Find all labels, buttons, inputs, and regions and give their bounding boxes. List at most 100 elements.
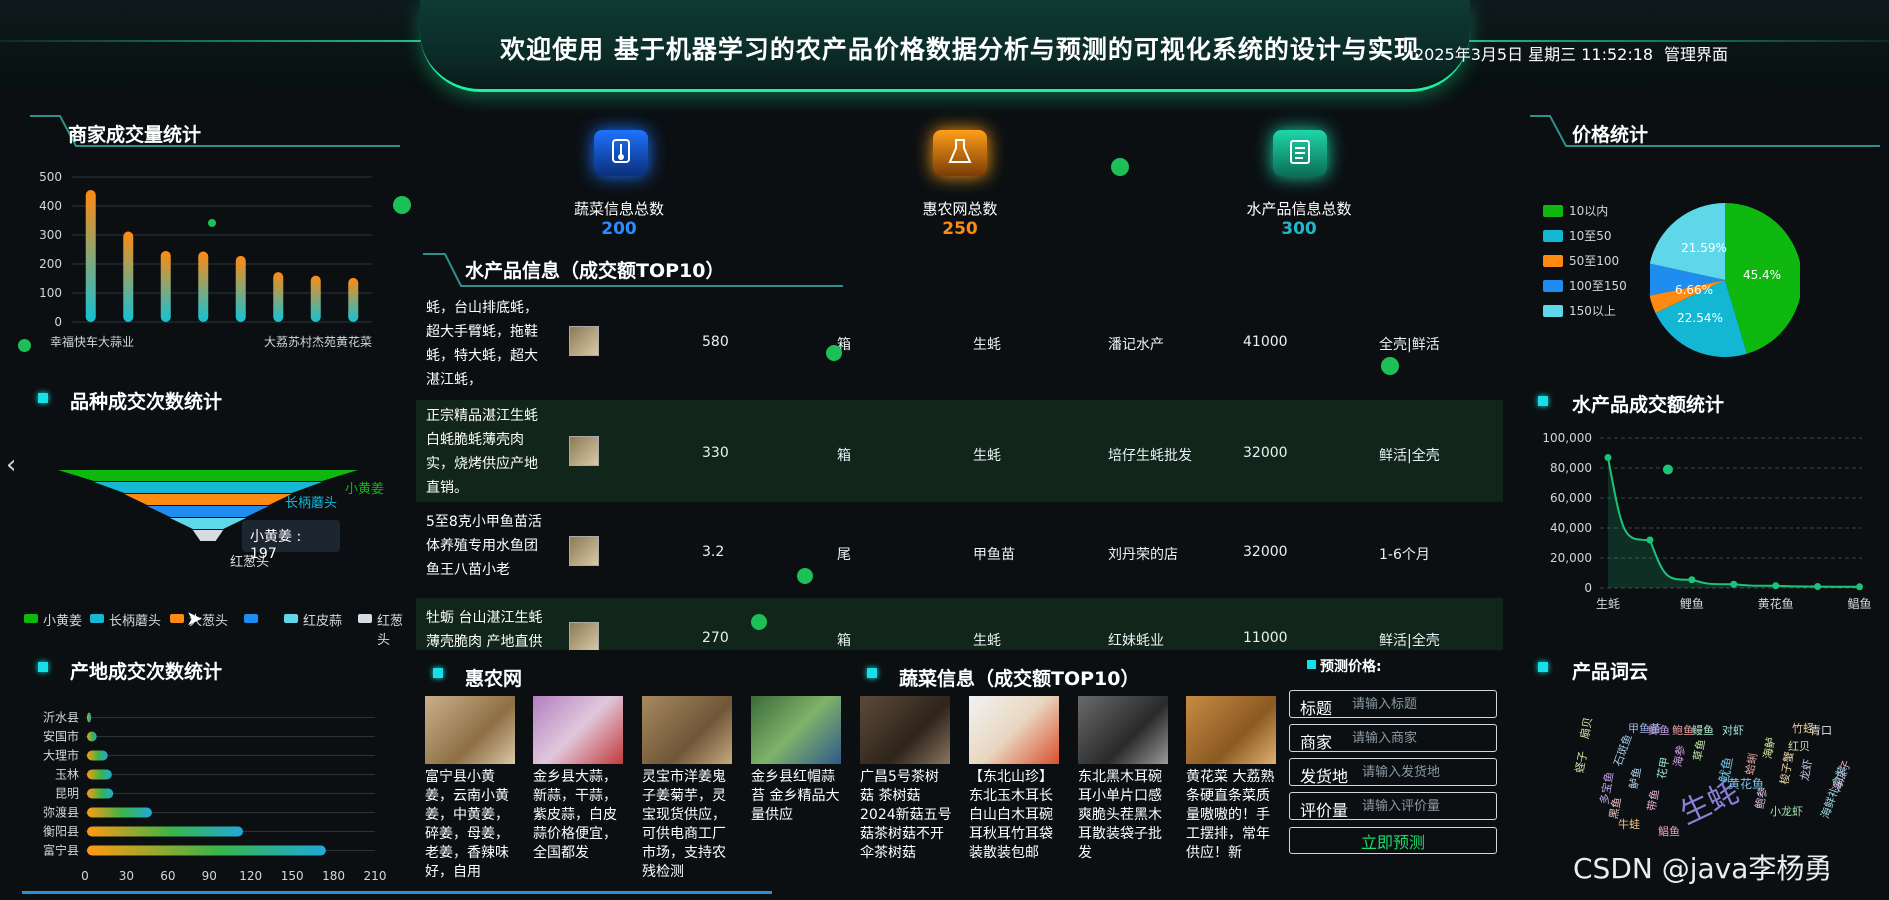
x-tick-label: 鲳鱼 xyxy=(1848,597,1872,611)
predict-title-input[interactable] xyxy=(1352,694,1492,714)
row-shop: 刘丹荣的店 xyxy=(1108,547,1178,563)
wordcloud-word: 鳗鱼 xyxy=(1692,724,1714,737)
vegetable-card-text[interactable]: 广昌5号茶树菇 茶树菇2024新菇五号菇茶树菇不开伞茶树菇 xyxy=(860,768,952,863)
table-row[interactable]: 5至8克小甲鱼苗活体养殖专用水鱼团鱼王八苗小老 3.2 尾 甲鱼苗 刘丹荣的店 … xyxy=(416,502,1503,598)
huinong-card-image[interactable] xyxy=(533,696,623,764)
legend-swatch[interactable] xyxy=(90,614,104,623)
legend-label[interactable]: 长柄蘑头 xyxy=(109,610,161,629)
bar xyxy=(87,712,92,723)
row-shop: 培仔生蚝批发 xyxy=(1108,448,1192,464)
y-tick-label: 0 xyxy=(54,315,62,329)
y-tick-label: 40,000 xyxy=(1550,521,1592,535)
x-tick-label: 120 xyxy=(239,869,262,883)
row-category: 生蚝 xyxy=(973,337,1001,353)
row-category: 生蚝 xyxy=(973,633,1001,649)
row-amount: 32000 xyxy=(1243,445,1288,461)
y-tick-label: 20,000 xyxy=(1550,551,1592,565)
predict-origin-input[interactable] xyxy=(1362,762,1492,782)
bar xyxy=(198,251,209,322)
vegetable-card-image[interactable] xyxy=(1186,696,1276,764)
stat-huinong-label: 惠农网总数 xyxy=(922,200,998,218)
wordcloud-word: 甲鱼苗 xyxy=(1628,722,1661,735)
row-unit: 箱 xyxy=(837,448,851,464)
line-point xyxy=(1730,580,1738,588)
huinong-card-text[interactable]: 灵宝市洋姜鬼子姜菊芋，灵宝现货供应，可供电商工厂市场，支持农残检测 xyxy=(642,768,734,882)
aquatic-amount-title: 水产品成交额统计 xyxy=(1572,394,1725,416)
header-line-left xyxy=(0,40,480,42)
flask-icon xyxy=(933,130,987,176)
predict-merchant-label: 商家 xyxy=(1300,733,1333,752)
legend-swatch[interactable] xyxy=(1543,255,1563,267)
vegetable-card-image[interactable] xyxy=(969,696,1059,764)
vegetable-card-text[interactable]: 黄花菜 大荔熟条硬直条菜质量嗷嗷的！手工摆排，常年供应！新 xyxy=(1186,768,1278,863)
line-point xyxy=(1688,576,1696,584)
aquatic-amount-line-chart: 0 20,000 40,000 60,000 80,000 100,000 生蚝 鲤鱼 黄花鱼 鲳… xyxy=(1542,431,1872,611)
legend-swatch[interactable] xyxy=(358,614,372,623)
vegetable-card-text[interactable]: 【东北山珍】东北玉木耳长白山白木耳碗耳秋耳竹耳袋装散装包邮 xyxy=(969,768,1061,863)
admin-link[interactable]: 管理界面 xyxy=(1664,41,1728,65)
predict-button[interactable]: 立即预测 xyxy=(1289,827,1497,854)
variety-panel-title: 品种成交次数统计 xyxy=(70,391,223,413)
legend-label[interactable]: 10至50 xyxy=(1569,227,1612,244)
stat-huinong-value: 250 xyxy=(942,219,978,239)
row-price: 330 xyxy=(702,445,729,461)
y-tick-label: 60,000 xyxy=(1550,491,1592,505)
vegetable-card-text[interactable]: 东北黑木耳碗耳小单片口感爽脆头茬黑木耳散装袋子批发 xyxy=(1078,768,1170,863)
row-tag: 鲜活|全壳 xyxy=(1379,448,1440,464)
huinong-card-text[interactable]: 金乡县大蒜，新蒜，干蒜，紫皮蒜，白皮蒜价格便宜，全国都发 xyxy=(533,768,625,863)
funnel-segment xyxy=(58,470,358,481)
chevron-left-icon[interactable]: ‹ xyxy=(6,450,16,480)
origin-panel-marker xyxy=(38,662,48,672)
table-row[interactable]: 牡蛎 台山湛江生蚝薄壳脆肉 产地直供 270 箱 生蚝 红妹蚝业 11000 鲜… xyxy=(416,598,1503,650)
legend-label[interactable]: 红葱头 xyxy=(377,610,404,648)
datetime: 2025年3月5日 星期三 11:52:18 xyxy=(1414,45,1654,64)
row-shop: 红妹蚝业 xyxy=(1108,633,1164,649)
legend-label[interactable]: 50至100 xyxy=(1569,252,1619,269)
legend-swatch[interactable] xyxy=(244,614,258,623)
wordcloud-word: 鲳鱼 xyxy=(1658,825,1680,838)
legend-label[interactable]: 150以上 xyxy=(1569,302,1616,319)
table-row[interactable]: 正宗精品湛江生蚝白蚝脆蚝薄壳肉实，烧烤供应产地直销。 330 箱 生蚝 培仔生蚝… xyxy=(416,400,1503,502)
bar xyxy=(310,275,321,322)
predict-rating-input[interactable] xyxy=(1362,796,1492,816)
table-row[interactable]: 蚝，台山排底蚝，超大手臂蚝，拖鞋蚝，特大蚝，超大湛江蚝， 580 箱 生蚝 潘记… xyxy=(416,292,1503,400)
huinong-card-image[interactable] xyxy=(751,696,841,764)
huinong-card-image[interactable] xyxy=(642,696,732,764)
legend-swatch[interactable] xyxy=(24,614,38,623)
mouse-cursor-icon: ➤ xyxy=(186,606,203,630)
line-area xyxy=(1608,457,1860,588)
row-tag: 全壳|鲜活 xyxy=(1379,337,1440,353)
huinong-card-text[interactable]: 金乡县红帽蒜苔 金乡精品大量供应 xyxy=(751,768,843,825)
legend-swatch[interactable] xyxy=(284,614,298,623)
vegetable-card-image[interactable] xyxy=(1078,696,1168,764)
legend-label[interactable]: 10以内 xyxy=(1569,202,1608,219)
origin-panel-title: 产地成交次数统计 xyxy=(70,661,223,683)
legend-swatch[interactable] xyxy=(1543,205,1563,217)
row-thumbnail xyxy=(569,436,599,466)
legend-swatch[interactable] xyxy=(170,614,184,623)
huinong-card-text[interactable]: 富宁县小黄姜，云南小黄姜，中黄姜，碎姜，母姜，老姜，香辣味好，自用 xyxy=(425,768,517,882)
predict-merchant-input[interactable] xyxy=(1352,728,1492,748)
y-tick-label: 大理市 xyxy=(43,748,79,763)
legend-label[interactable]: 小黄姜 xyxy=(43,610,82,629)
predict-merchant-field: 商家 xyxy=(1289,724,1497,752)
x-tick-label: 210 xyxy=(364,869,387,883)
legend-label[interactable]: 红皮蒜 xyxy=(303,610,342,629)
legend-swatch[interactable] xyxy=(1543,230,1563,242)
wordcloud-word: 牛蛙 xyxy=(1618,818,1640,831)
legend-swatch[interactable] xyxy=(1543,305,1563,317)
stat-vegetable-label: 蔬菜信息总数 xyxy=(573,200,664,218)
huinong-card-image[interactable] xyxy=(425,696,515,764)
legend-swatch[interactable] xyxy=(1543,280,1563,292)
bar xyxy=(87,788,114,799)
row-name: 5至8克小甲鱼苗活体养殖专用水鱼团鱼王八苗小老 xyxy=(426,514,542,578)
x-tick-label: 大荔苏村杰苑黄花菜 xyxy=(264,334,372,349)
decor-dot xyxy=(797,568,813,584)
y-tick-label: 100,000 xyxy=(1542,431,1592,445)
legend-label[interactable]: 100至150 xyxy=(1569,277,1627,294)
wordcloud-word: 海参 xyxy=(1671,744,1688,769)
bar xyxy=(87,731,97,742)
line-point-outlier xyxy=(1662,464,1673,475)
bar xyxy=(273,272,284,322)
vegetable-card-image[interactable] xyxy=(860,696,950,764)
